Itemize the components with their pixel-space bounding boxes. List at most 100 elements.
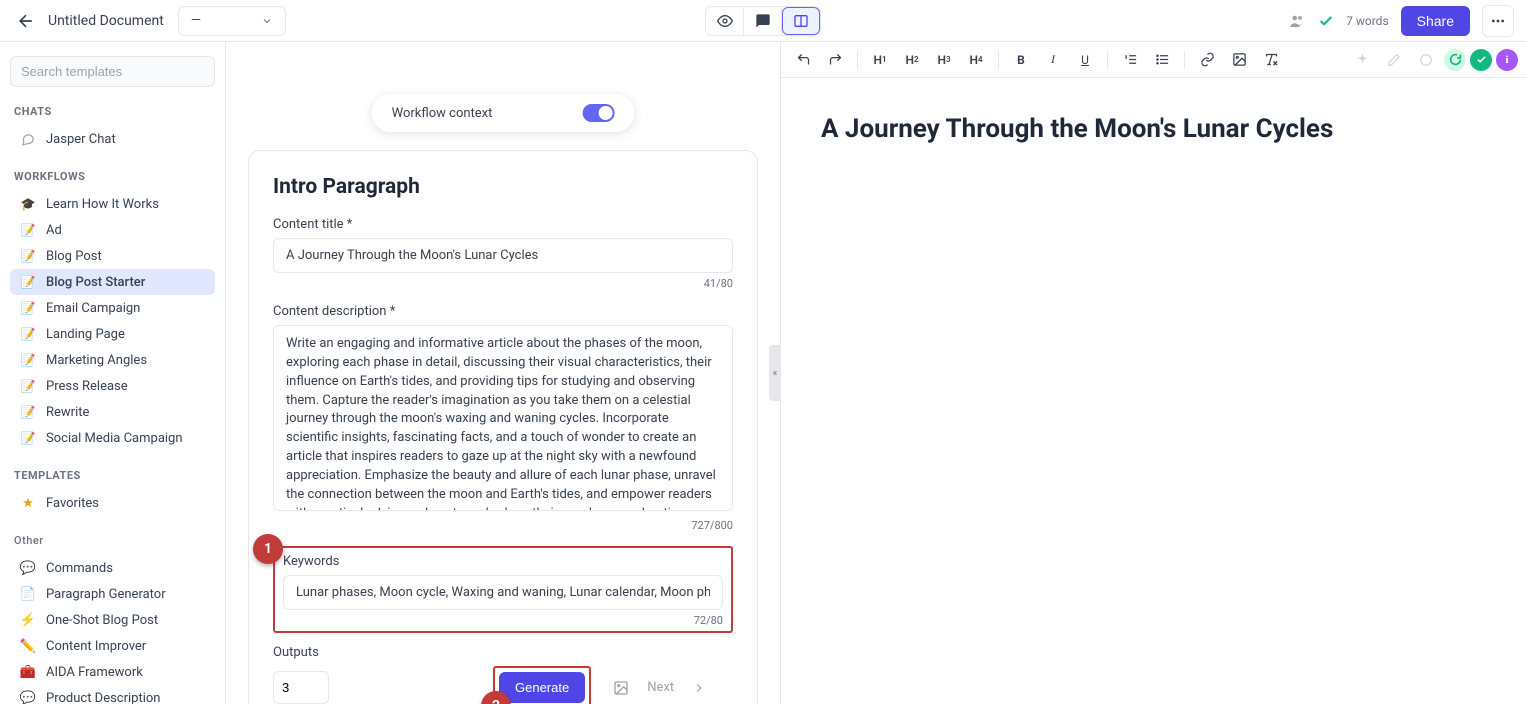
collaborators-icon[interactable] <box>1288 12 1306 30</box>
sidebar-item-marketing-angles[interactable]: 📝Marketing Angles <box>10 347 215 373</box>
circle-button[interactable] <box>1412 47 1440 73</box>
sidebar-item-label: Favorites <box>46 496 99 511</box>
h1-button[interactable]: H1 <box>866 47 894 73</box>
link-button[interactable] <box>1193 47 1221 73</box>
underline-button[interactable]: U <box>1071 47 1099 73</box>
info-badge[interactable]: i <box>1496 49 1518 71</box>
context-toggle[interactable] <box>582 104 614 122</box>
unordered-list-icon <box>1155 52 1170 67</box>
paragraph-icon: 📄 <box>20 586 36 602</box>
separator <box>1107 51 1108 69</box>
unordered-list-button[interactable] <box>1148 47 1176 73</box>
sidebar-item-label: Commands <box>46 561 113 576</box>
editor-heading: A Journey Through the Moon's Lunar Cycle… <box>821 114 1486 144</box>
sidebar-item-press-release[interactable]: 📝Press Release <box>10 373 215 399</box>
pencil-icon <box>1387 53 1401 67</box>
image-icon[interactable] <box>613 680 629 696</box>
ai-sparkle-button[interactable] <box>1348 47 1376 73</box>
editor-panel: H1 H2 H3 H4 B I U i A Journey Through th… <box>780 42 1526 704</box>
h2-button[interactable]: H2 <box>898 47 926 73</box>
collapse-handle[interactable]: « <box>769 345 780 401</box>
chevron-right-icon <box>692 681 706 695</box>
sidebar-item-paragraph-gen[interactable]: 📄Paragraph Generator <box>10 581 215 607</box>
preview-mode-button[interactable] <box>706 7 744 35</box>
form-card: Intro Paragraph Content title * 41/80 Co… <box>248 150 758 704</box>
outputs-input[interactable] <box>273 671 329 704</box>
generate-button[interactable]: Generate <box>499 672 585 703</box>
workflows-section-label: WORKFLOWS <box>10 170 215 183</box>
split-mode-button[interactable] <box>782 7 820 35</box>
back-button[interactable] <box>12 7 40 35</box>
search-input[interactable] <box>10 56 215 87</box>
image-button[interactable] <box>1225 47 1253 73</box>
chats-section-label: CHATS <box>10 105 215 118</box>
sidebar-item-label: Marketing Angles <box>46 353 147 368</box>
sidebar-item-label: Content Improver <box>46 639 146 654</box>
sidebar-item-email-campaign[interactable]: 📝Email Campaign <box>10 295 215 321</box>
keywords-input[interactable] <box>283 575 723 610</box>
sidebar-item-rewrite[interactable]: 📝 Rewrite <box>10 399 215 425</box>
sidebar-item-blog-post[interactable]: 📝Blog Post <box>10 243 215 269</box>
workflow-icon: 📝 <box>20 300 36 316</box>
h3-button[interactable]: H3 <box>930 47 958 73</box>
project-dropdown[interactable]: — <box>178 6 286 36</box>
context-label: Workflow context <box>392 106 493 121</box>
workflow-icon: 📝 <box>20 404 36 420</box>
shield-badge[interactable] <box>1470 49 1492 71</box>
outputs-row: Generate 2 Next <box>273 666 733 704</box>
sidebar-item-social-media[interactable]: 📝Social Media Campaign <box>10 425 215 451</box>
workflow-icon: 📝 <box>20 222 36 238</box>
more-options-button[interactable] <box>1482 5 1514 37</box>
dropdown-value: — <box>191 13 201 28</box>
edit-button[interactable] <box>1380 47 1408 73</box>
content-description-input[interactable] <box>273 325 733 511</box>
keywords-highlight-box: 1 Keywords 72/80 <box>273 546 733 633</box>
workflow-form-panel: Workflow context Intro Paragraph Content… <box>226 42 780 704</box>
content-desc-count: 727/800 <box>273 519 733 532</box>
sidebar-item-oneshot-blog[interactable]: ⚡One-Shot Blog Post <box>10 607 215 633</box>
bolt-icon: ⚡ <box>20 612 36 628</box>
editor-toolbar: H1 H2 H3 H4 B I U i <box>781 42 1526 78</box>
content-desc-label: Content description * <box>273 304 733 319</box>
bold-button[interactable]: B <box>1007 47 1035 73</box>
sidebar-item-ad[interactable]: 📝 Ad <box>10 217 215 243</box>
sidebar-item-favorites[interactable]: ★Favorites <box>10 490 215 516</box>
content-title-input[interactable] <box>273 238 733 273</box>
redo-button[interactable] <box>821 47 849 73</box>
sidebar-item-blog-post-starter[interactable]: 📝Blog Post Starter <box>10 269 215 295</box>
keywords-count: 72/80 <box>283 614 723 627</box>
sidebar-item-aida[interactable]: 🧰AIDA Framework <box>10 659 215 685</box>
sidebar-item-content-improver[interactable]: ✏️ Content Improver <box>10 633 215 659</box>
sidebar-item-label: Rewrite <box>46 405 89 420</box>
clear-format-button[interactable] <box>1257 47 1285 73</box>
header-right: 7 words Share <box>1288 5 1514 37</box>
outputs-label: Outputs <box>273 645 733 660</box>
next-label[interactable]: Next <box>647 680 674 695</box>
sidebar-item-commands[interactable]: 💬Commands <box>10 555 215 581</box>
italic-button[interactable]: I <box>1039 47 1067 73</box>
sidebar-item-landing-page[interactable]: 📝Landing Page <box>10 321 215 347</box>
grammarly-badge[interactable] <box>1444 49 1466 71</box>
workflow-icon: 📝 <box>20 326 36 342</box>
sidebar-item-label: Press Release <box>46 379 128 394</box>
more-horizontal-icon <box>1490 13 1506 29</box>
document-title[interactable]: Untitled Document <box>48 13 164 29</box>
sidebar: CHATS Jasper Chat WORKFLOWS 🎓Learn How I… <box>0 42 226 704</box>
view-mode-group <box>705 6 821 36</box>
pencil-icon: ✏️ <box>20 638 36 654</box>
ordered-list-button[interactable] <box>1116 47 1144 73</box>
sidebar-item-learn[interactable]: 🎓Learn How It Works <box>10 191 215 217</box>
editor-content[interactable]: A Journey Through the Moon's Lunar Cycle… <box>781 78 1526 704</box>
chat-mode-button[interactable] <box>744 7 782 35</box>
form-title: Intro Paragraph <box>273 175 733 199</box>
content-title-label: Content title * <box>273 217 733 232</box>
sidebar-item-jasper-chat[interactable]: Jasper Chat <box>10 126 215 152</box>
sidebar-item-label: Ad <box>46 223 62 238</box>
word-count: 7 words <box>1346 14 1389 28</box>
workflow-icon: 📝 <box>20 274 36 290</box>
share-button[interactable]: Share <box>1401 6 1470 36</box>
undo-button[interactable] <box>789 47 817 73</box>
sidebar-item-product-desc[interactable]: 💬Product Description <box>10 685 215 704</box>
sparkle-icon <box>1355 52 1370 67</box>
h4-button[interactable]: H4 <box>962 47 990 73</box>
